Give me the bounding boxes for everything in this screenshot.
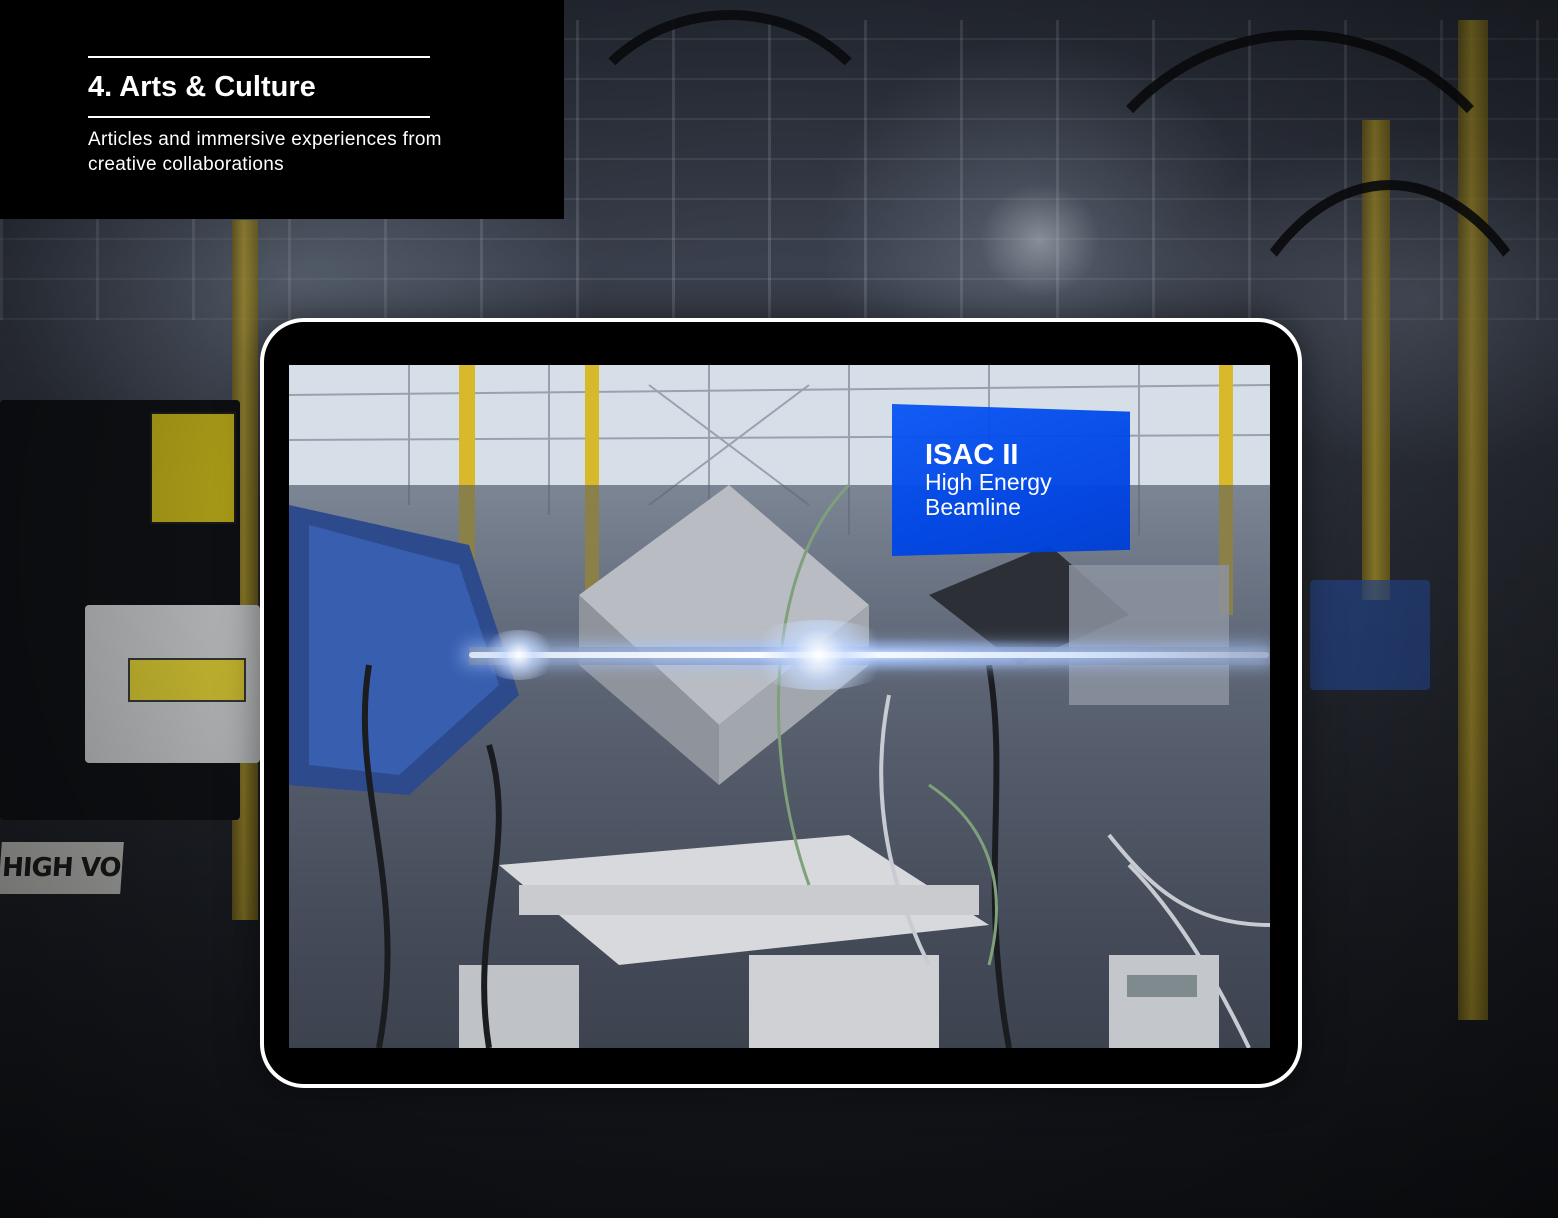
yellow-pillar <box>1362 120 1390 600</box>
video-screen[interactable]: ISAC II High Energy Beamline <box>289 365 1270 1048</box>
warning-label <box>128 658 246 702</box>
cable-bundle <box>560 10 900 330</box>
warning-label <box>150 412 236 524</box>
beamline-label-title: ISAC II <box>925 439 1019 471</box>
section-title: 4. Arts & Culture <box>88 71 316 103</box>
beam-flare <box>479 630 559 680</box>
beam-flare <box>739 620 899 690</box>
title-divider <box>88 116 430 118</box>
high-voltage-sign: HIGH VOLTAGE <box>0 842 124 894</box>
tablet-device-frame: ISAC II High Energy Beamline <box>260 318 1302 1088</box>
beamline-label-card: ISAC II High Energy Beamline <box>892 404 1130 556</box>
yellow-pillar <box>232 220 258 920</box>
page: HIGH VOLTAGE 4. Arts & Culture Articles … <box>0 0 1558 1218</box>
equipment-cabinet <box>0 400 240 820</box>
section-description: Articles and immersive experiences from … <box>88 129 442 175</box>
yellow-pillar <box>1458 20 1488 1020</box>
white-enclosure <box>85 605 260 763</box>
beamline-label-subtitle: High Energy Beamline <box>925 469 1052 520</box>
equipment-box <box>1310 580 1430 690</box>
top-divider <box>88 56 430 58</box>
section-info-panel: 4. Arts & Culture Articles and immersive… <box>0 0 564 219</box>
